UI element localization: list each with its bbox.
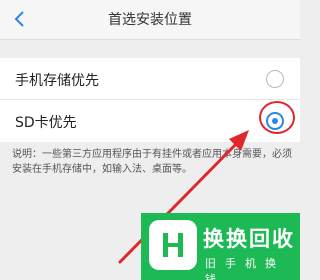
option-sd-card[interactable]: SD卡优先 [0, 100, 300, 142]
option-phone-storage[interactable]: 手机存储优先 [0, 58, 300, 100]
page-title: 首选安装位置 [108, 12, 192, 28]
watermark: 换换回收 旧手机换钱 [141, 213, 300, 280]
option-phone-storage-label: 手机存储优先 [15, 73, 99, 89]
watermark-subtitle: 旧手机换钱 [205, 257, 285, 280]
watermark-title: 换换回收 [203, 227, 295, 251]
h-logo-icon [149, 220, 197, 270]
option-sd-card-label: SD卡优先 [15, 115, 77, 131]
description-text: 说明：一些第三方应用程序由于有挂件或者应用本身需要，必须安装在手机存储中，如输入… [12, 149, 292, 175]
install-location-options: 手机存储优先 SD卡优先 [0, 58, 300, 142]
title-bar: 首选安装位置 [0, 0, 300, 40]
annotation-circle [259, 101, 295, 134]
phone-storage-radio[interactable] [266, 70, 284, 88]
